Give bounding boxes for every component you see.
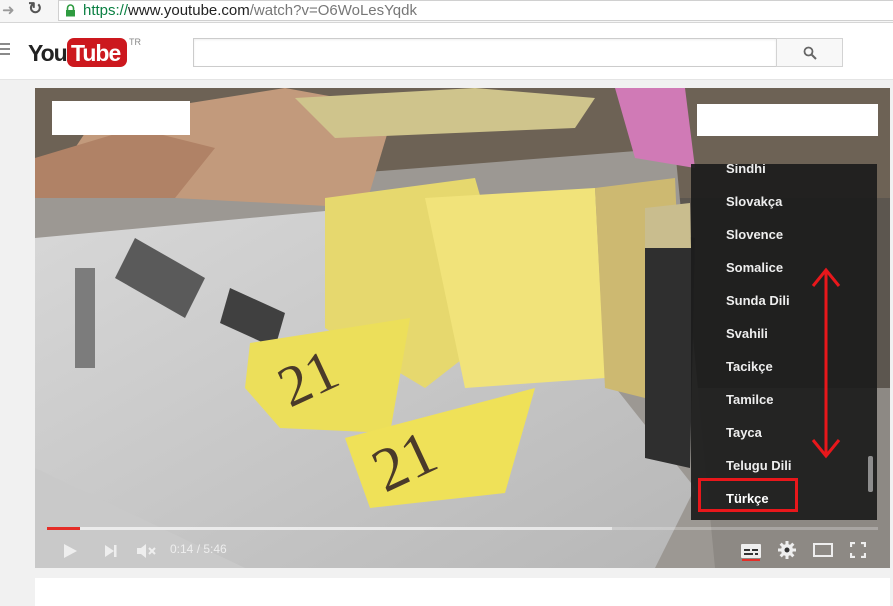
logo-region-label: TR [129,37,141,47]
play-icon[interactable] [62,543,78,559]
player-controls: 0:14 / 5:46 [35,534,890,568]
url-scheme: https:// [83,2,129,19]
url-path: /watch?v=O6WoLesYqdk [249,2,417,19]
url-field[interactable]: https://www.youtube.com/watch?v=O6WoLesY… [58,0,893,21]
lang-item-slovence[interactable]: Slovence [726,227,783,242]
lang-item-sunda-dili[interactable]: Sunda Dili [726,293,790,308]
url-host: www.youtube.com [128,2,250,19]
search-icon [803,46,817,60]
lang-item-somalice[interactable]: Somalice [726,260,783,275]
annotation-double-arrow-icon [811,267,841,459]
forward-icon[interactable]: ➜ [2,1,15,19]
lang-item-slovakca[interactable]: Slovakça [726,194,782,209]
youtube-header: You Tube TR [0,23,893,80]
logo-you-text: You [28,40,68,66]
below-player-panel [35,578,890,606]
subtitles-icon[interactable] [741,544,761,558]
redaction-box-left [52,101,190,135]
annotation-highlight-box [698,478,798,512]
progress-bar[interactable] [47,527,878,530]
url-text: https://www.youtube.com/watch?v=O6WoLesY… [83,2,417,19]
subtitle-language-menu[interactable]: Sindhi Slovakça Slovence Somalice Sunda … [691,164,877,520]
theater-mode-icon[interactable] [813,543,833,557]
lang-item-svahili[interactable]: Svahili [726,326,768,341]
guide-menu-icon[interactable] [0,43,10,58]
subtitles-active-indicator [742,559,760,561]
lang-item-tacikce[interactable]: Tacikçe [726,359,773,374]
next-icon[interactable] [104,544,118,558]
lang-item-sindhi[interactable]: Sindhi [726,164,766,176]
lang-item-telugu-dili[interactable]: Telugu Dili [726,458,791,473]
time-total: 5:46 [203,542,227,556]
lock-icon [66,4,75,17]
mute-icon[interactable] [136,543,158,559]
fullscreen-icon[interactable] [850,542,866,558]
logo-tube-text: Tube [71,40,121,66]
time-current: 0:14 [170,542,194,556]
video-player[interactable]: 21 21 Sindhi Slovakça Slovence Somalice … [35,88,890,568]
time-display: 0:14 / 5:46 [170,542,227,556]
time-separator: / [193,542,204,556]
lang-item-tayca[interactable]: Tayca [726,425,762,440]
search-input[interactable] [193,38,777,67]
browser-address-bar: ➜ ↻ https://www.youtube.com/watch?v=O6Wo… [0,0,893,23]
reload-icon[interactable]: ↻ [28,0,42,19]
redaction-box-right [697,104,878,136]
search-button[interactable] [776,38,843,67]
lang-item-tamilce[interactable]: Tamilce [726,392,773,407]
progress-played [47,527,81,530]
menu-scrollbar[interactable] [868,456,873,492]
settings-gear-icon[interactable] [778,541,796,559]
progress-buffered [47,527,613,530]
